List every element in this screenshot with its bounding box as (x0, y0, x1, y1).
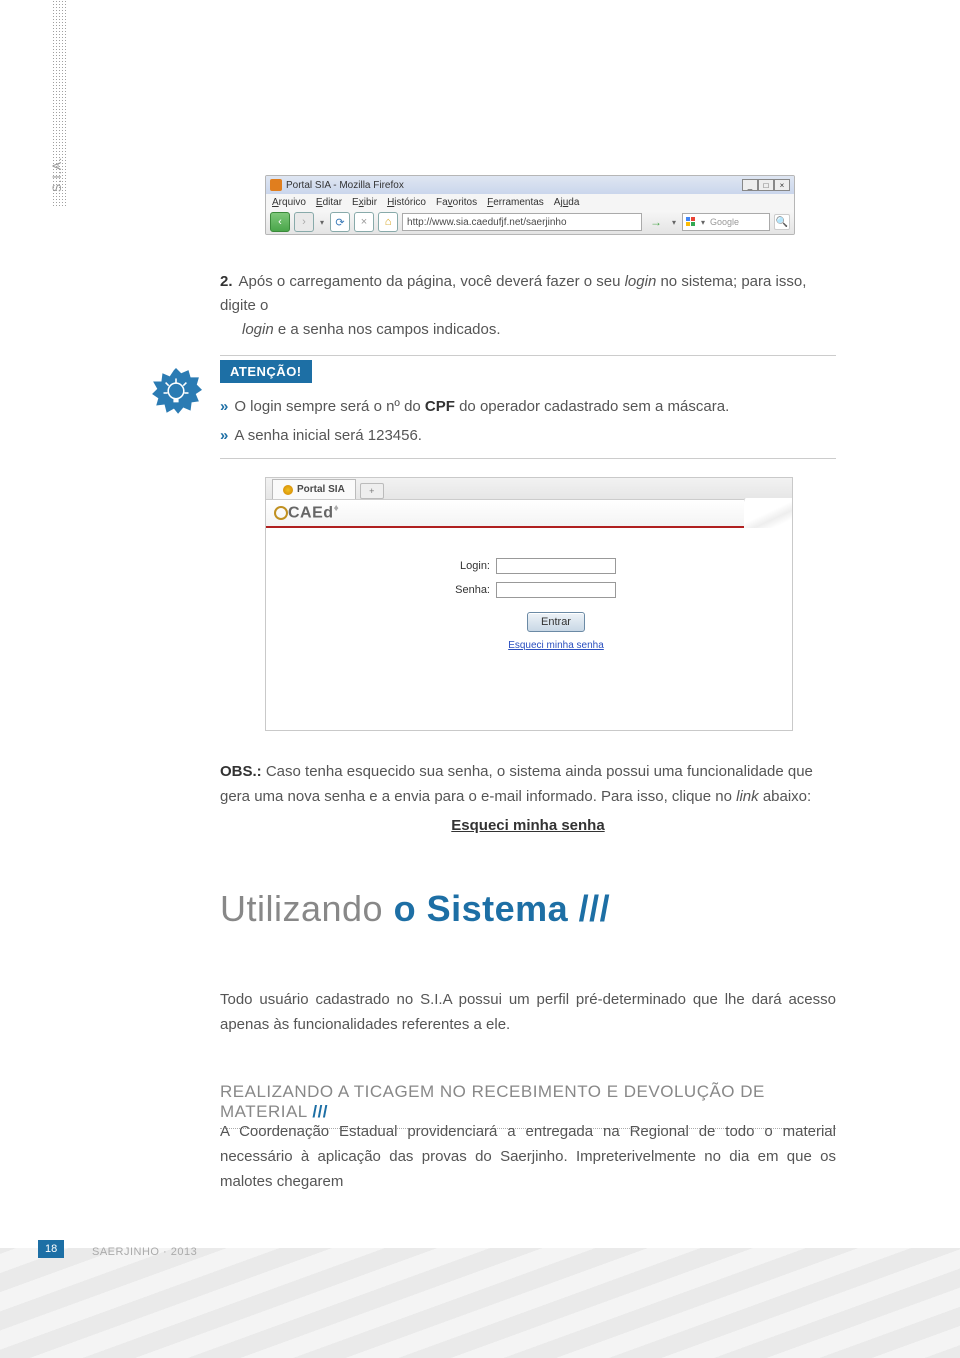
subheading-text: REALIZANDO A TICAGEM NO RECEBIMENTO E DE… (220, 1082, 765, 1121)
go-dropdown[interactable]: ▾ (670, 218, 678, 227)
back-button[interactable]: ‹ (270, 212, 290, 232)
entrar-button[interactable]: Entrar (527, 612, 585, 632)
step2-text-a: Após o carregamento da página, você deve… (239, 273, 625, 290)
corner-graphic-icon (744, 498, 792, 528)
obs-text-b: abaixo: (759, 788, 812, 805)
stop-button[interactable]: × (354, 212, 374, 232)
page-number: 18 (38, 1240, 64, 1258)
searchengine-dropdown[interactable]: ▾ (699, 218, 707, 227)
chevron-icon: » (220, 427, 228, 444)
intro-paragraph: Todo usuário cadastrado no S.I.A possui … (220, 988, 836, 1038)
step2-text-c: e a senha nos campos indicados. (274, 321, 501, 338)
chevron-icon: » (220, 398, 228, 415)
login-input[interactable] (496, 558, 616, 574)
obs-lead: OBS.: (220, 763, 262, 780)
heading-light: Utilizando (220, 888, 394, 929)
url-text: http://www.sia.caedufjf.net/saerjinho (407, 217, 567, 228)
caed-logo: CAEd♦ (274, 503, 339, 522)
maximize-button[interactable]: □ (758, 179, 774, 191)
subsection-paragraph: A Coordenação Estadual providenciará a e… (220, 1120, 836, 1194)
attention-item-1: »O login sempre será o nº do CPF do oper… (220, 393, 836, 422)
attention-item-2: »A senha inicial será 123456. (220, 422, 836, 451)
caed-logo-bar: CAEd♦ (266, 500, 792, 528)
close-button[interactable]: × (774, 179, 790, 191)
search-field[interactable]: ▾ Google (682, 213, 770, 231)
login-form: Login: Senha: Entrar Esqueci minha senha (266, 528, 792, 651)
search-placeholder: Google (710, 217, 739, 227)
senha-input[interactable] (496, 582, 616, 598)
browser-titlebar: Portal SIA - Mozilla Firefox _ □ × (266, 176, 794, 194)
google-icon (686, 217, 696, 227)
obs-link-word: link (736, 788, 759, 805)
menu-historico[interactable]: Histórico (387, 197, 426, 208)
section-heading: Utilizando o Sistema /// (220, 888, 610, 930)
menu-ajuda[interactable]: Ajuda (554, 197, 580, 208)
step-2-paragraph: 2. Após o carregamento da página, você de… (220, 270, 836, 342)
tab-favicon-icon (283, 485, 293, 495)
browser-window: Portal SIA - Mozilla Firefox _ □ × Arqui… (265, 175, 795, 235)
step2-login-word: login (625, 273, 657, 290)
new-tab-button[interactable]: + (360, 483, 384, 499)
step-number: 2. (220, 273, 233, 290)
attention-block: ATENÇÃO! »O login sempre será o nº do CP… (150, 355, 836, 459)
browser-menubar: Arquivo Editar Exibir Histórico Favorito… (266, 194, 794, 210)
history-dropdown[interactable]: ▾ (318, 218, 326, 227)
heading-strong: o Sistema (394, 888, 579, 929)
browser-tab-bar: Portal SIA + (266, 478, 792, 500)
obs-paragraph: OBS.: Caso tenha esquecido sua senha, o … (220, 760, 836, 838)
go-button[interactable]: → (646, 215, 666, 229)
heading-slashes: /// (579, 888, 611, 929)
menu-favoritos[interactable]: Favoritos (436, 197, 477, 208)
lightbulb-badge-icon (150, 367, 202, 419)
firefox-icon (270, 179, 282, 191)
search-icon[interactable]: 🔍 (774, 214, 790, 230)
page-footer: 18 SAERJINHO · 2013 (0, 1238, 960, 1358)
forward-button[interactable]: › (294, 212, 314, 232)
esqueci-senha-text-link[interactable]: Esqueci minha senha (220, 814, 836, 839)
minimize-button[interactable]: _ (742, 179, 758, 191)
menu-ferramentas[interactable]: Ferramentas (487, 197, 544, 208)
margin-sia-label: S.I.A. (50, 157, 64, 192)
menu-arquivo[interactable]: Arquivo (272, 197, 306, 208)
reload-button[interactable]: ⟳ (330, 212, 350, 232)
url-field[interactable]: http://www.sia.caedufjf.net/saerjinho (402, 213, 642, 231)
subheading-slashes: /// (312, 1102, 328, 1121)
browser-tab[interactable]: Portal SIA (272, 479, 356, 499)
esqueci-senha-link[interactable]: Esqueci minha senha (508, 640, 604, 651)
browser-title: Portal SIA - Mozilla Firefox (286, 180, 404, 191)
home-button[interactable]: ⌂ (378, 212, 398, 232)
footer-diagonal-pattern (0, 1248, 960, 1358)
browser-toolbar: ‹ › ▾ ⟳ × ⌂ http://www.sia.caedufjf.net/… (266, 210, 794, 234)
menu-editar[interactable]: Editar (316, 197, 342, 208)
attention-label: ATENÇÃO! (220, 360, 312, 383)
tab-title: Portal SIA (297, 484, 345, 495)
footer-brand: SAERJINHO · 2013 (92, 1246, 197, 1258)
step2-login-word2: login (242, 321, 274, 338)
login-panel-screenshot: Portal SIA + CAEd♦ Login: Senha: Entrar … (265, 477, 793, 731)
menu-exibir[interactable]: Exibir (352, 197, 377, 208)
senha-label: Senha: (442, 584, 490, 596)
login-label: Login: (442, 560, 490, 572)
obs-text-a: Caso tenha esquecido sua senha, o sistem… (220, 763, 813, 805)
